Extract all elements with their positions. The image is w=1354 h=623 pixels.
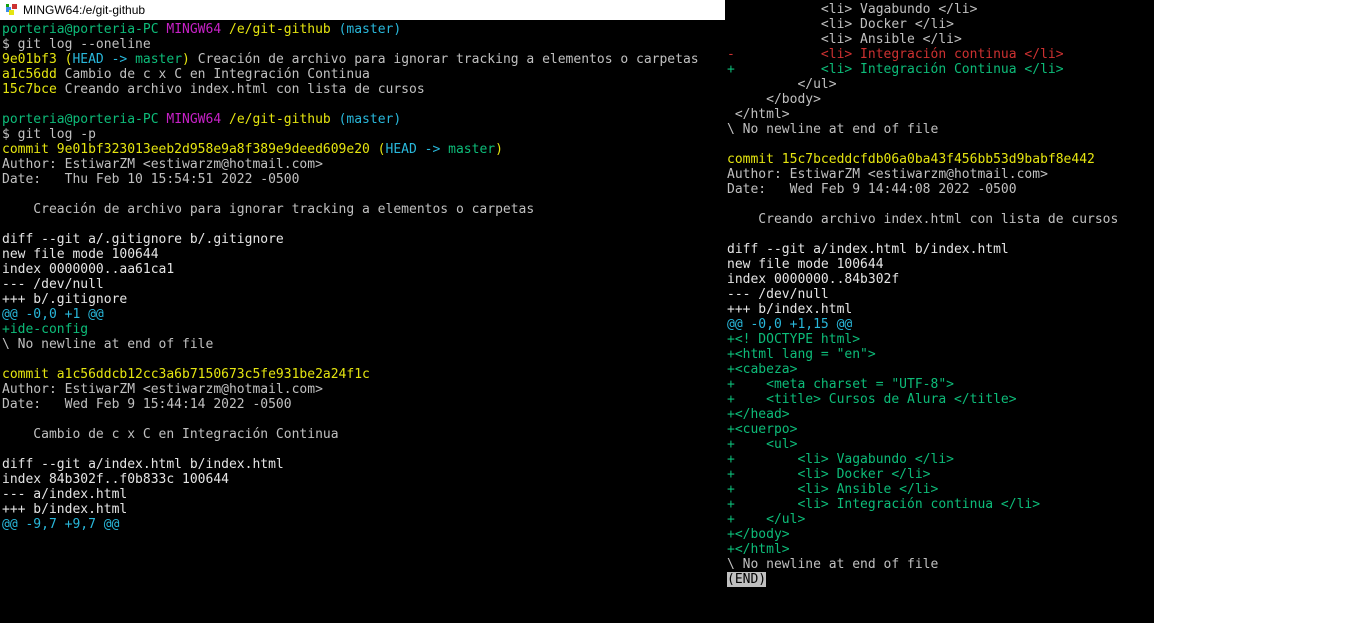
head-ref: HEAD -> bbox=[72, 52, 135, 67]
prompt-branch: (master) bbox=[339, 22, 402, 37]
cmd-line: $ git log -p bbox=[2, 127, 96, 142]
diff-plus: +++ b/index.html bbox=[2, 502, 127, 517]
diff-add: + <li> Integración continua </li> bbox=[727, 497, 1040, 512]
diff-context: <li> Ansible </li> bbox=[727, 32, 962, 47]
diff-minus: --- /dev/null bbox=[727, 287, 829, 302]
commit-msg: Creando archivo index.html con lista de … bbox=[727, 212, 1118, 227]
diff-index: index 84b302f..f0b833c 100644 bbox=[2, 472, 229, 487]
diff-context: <li> Vagabundo </li> bbox=[727, 2, 977, 17]
diff-header: diff --git a/index.html b/index.html bbox=[2, 457, 284, 472]
diff-header: diff --git a/.gitignore b/.gitignore bbox=[2, 232, 284, 247]
diff-hunk: @@ -0,0 +1,15 @@ bbox=[727, 317, 852, 332]
prompt-user: porteria@porteria-PC bbox=[2, 112, 159, 127]
commit-msg: Cambio de c x C en Integración Continua bbox=[57, 67, 370, 82]
diff-minus: --- a/index.html bbox=[2, 487, 127, 502]
commit-msg: Cambio de c x C en Integración Continua bbox=[2, 427, 339, 442]
diff-add: + <li> Vagabundo </li> bbox=[727, 452, 954, 467]
paren-close: ) bbox=[495, 142, 503, 157]
commit-hash: 15c7bce bbox=[2, 82, 57, 97]
diff-add: +<cabeza> bbox=[727, 362, 797, 377]
window-title: MINGW64:/e/git-github bbox=[23, 3, 145, 17]
diff-context: </html> bbox=[727, 107, 790, 122]
author-line: Author: EstiwarZM <estiwarzm@hotmail.com… bbox=[2, 382, 323, 397]
diff-add: + <meta charset = "UTF-8"> bbox=[727, 377, 954, 392]
diff-nonewline: \ No newline at end of file bbox=[727, 557, 938, 572]
diff-add: +</body> bbox=[727, 527, 790, 542]
diff-newfile: new file mode 100644 bbox=[727, 257, 884, 272]
terminal-icon bbox=[5, 3, 19, 17]
diff-newfile: new file mode 100644 bbox=[2, 247, 159, 262]
left-terminal-panel: MINGW64:/e/git-github porteria@porteria-… bbox=[0, 0, 725, 623]
prompt-path: /e/git-github bbox=[229, 22, 331, 37]
diff-context: </ul> bbox=[727, 77, 837, 92]
diff-nonewline: \ No newline at end of file bbox=[2, 337, 213, 352]
diff-add: +ide-config bbox=[2, 322, 88, 337]
date-line: Date: Wed Feb 9 14:44:08 2022 -0500 bbox=[727, 182, 1017, 197]
diff-add: +<! DOCTYPE html> bbox=[727, 332, 860, 347]
blank-area bbox=[1154, 0, 1354, 623]
diff-context: </body> bbox=[727, 92, 821, 107]
master-ref: master bbox=[135, 52, 182, 67]
prompt-sys: MINGW64 bbox=[166, 22, 221, 37]
author-line: Author: EstiwarZM <estiwarzm@hotmail.com… bbox=[2, 157, 323, 172]
prompt-user: porteria@porteria-PC bbox=[2, 22, 159, 37]
paren-close: ) bbox=[182, 52, 190, 67]
diff-index: index 0000000..84b302f bbox=[727, 272, 899, 287]
diff-index: index 0000000..aa61ca1 bbox=[2, 262, 174, 277]
commit-msg: Creación de archivo para ignorar trackin… bbox=[2, 202, 534, 217]
diff-hunk: @@ -9,7 +9,7 @@ bbox=[2, 517, 119, 532]
diff-hunk: @@ -0,0 +1 @@ bbox=[2, 307, 104, 322]
diff-add: +</head> bbox=[727, 407, 790, 422]
diff-add: +<cuerpo> bbox=[727, 422, 797, 437]
pager-end-marker: (END) bbox=[727, 572, 766, 587]
diff-minus: --- /dev/null bbox=[2, 277, 104, 292]
diff-add: +</html> bbox=[727, 542, 790, 557]
commit-hash: 9e01bf3 bbox=[2, 52, 57, 67]
diff-nonewline: \ No newline at end of file bbox=[727, 122, 938, 137]
diff-del: - <li> Integración continua </li> bbox=[727, 47, 1064, 62]
commit-hash: a1c56dd bbox=[2, 67, 57, 82]
terminal-left-content[interactable]: porteria@porteria-PC MINGW64 /e/git-gith… bbox=[0, 20, 725, 623]
right-terminal-panel[interactable]: <li> Vagabundo </li> <li> Docker </li> <… bbox=[725, 0, 1154, 623]
head-ref: HEAD -> bbox=[386, 142, 449, 157]
diff-context: <li> Docker </li> bbox=[727, 17, 954, 32]
diff-add: + <title> Cursos de Alura </title> bbox=[727, 392, 1017, 407]
diff-add: + <ul> bbox=[727, 437, 797, 452]
date-line: Date: Wed Feb 9 15:44:14 2022 -0500 bbox=[2, 397, 292, 412]
diff-plus: +++ b/.gitignore bbox=[2, 292, 127, 307]
commit-msg: Creación de archivo para ignorar trackin… bbox=[190, 52, 699, 67]
window-title-bar: MINGW64:/e/git-github bbox=[0, 0, 725, 20]
author-line: Author: EstiwarZM <estiwarzm@hotmail.com… bbox=[727, 167, 1048, 182]
diff-add: + <li> Integración Continua </li> bbox=[727, 62, 1064, 77]
prompt-sys: MINGW64 bbox=[166, 112, 221, 127]
cmd-line: $ git log --oneline bbox=[2, 37, 151, 52]
diff-header: diff --git a/index.html b/index.html bbox=[727, 242, 1009, 257]
prompt-branch: (master) bbox=[339, 112, 402, 127]
commit-msg: Creando archivo index.html con lista de … bbox=[57, 82, 425, 97]
commit-line: commit a1c56ddcb12cc3a6b7150673c5fe931be… bbox=[2, 367, 370, 382]
diff-add: + <li> Docker </li> bbox=[727, 467, 931, 482]
diff-add: + <li> Ansible </li> bbox=[727, 482, 938, 497]
prompt-path: /e/git-github bbox=[229, 112, 331, 127]
diff-plus: +++ b/index.html bbox=[727, 302, 852, 317]
diff-add: + </ul> bbox=[727, 512, 805, 527]
commit-line: commit 9e01bf323013eeb2d958e9a8f389e9dee… bbox=[2, 142, 386, 157]
diff-add: +<html lang = "en"> bbox=[727, 347, 876, 362]
commit-line: commit 15c7bceddcfdb06a0ba43f456bb53d9ba… bbox=[727, 152, 1095, 167]
master-ref: master bbox=[448, 142, 495, 157]
date-line: Date: Thu Feb 10 15:54:51 2022 -0500 bbox=[2, 172, 299, 187]
